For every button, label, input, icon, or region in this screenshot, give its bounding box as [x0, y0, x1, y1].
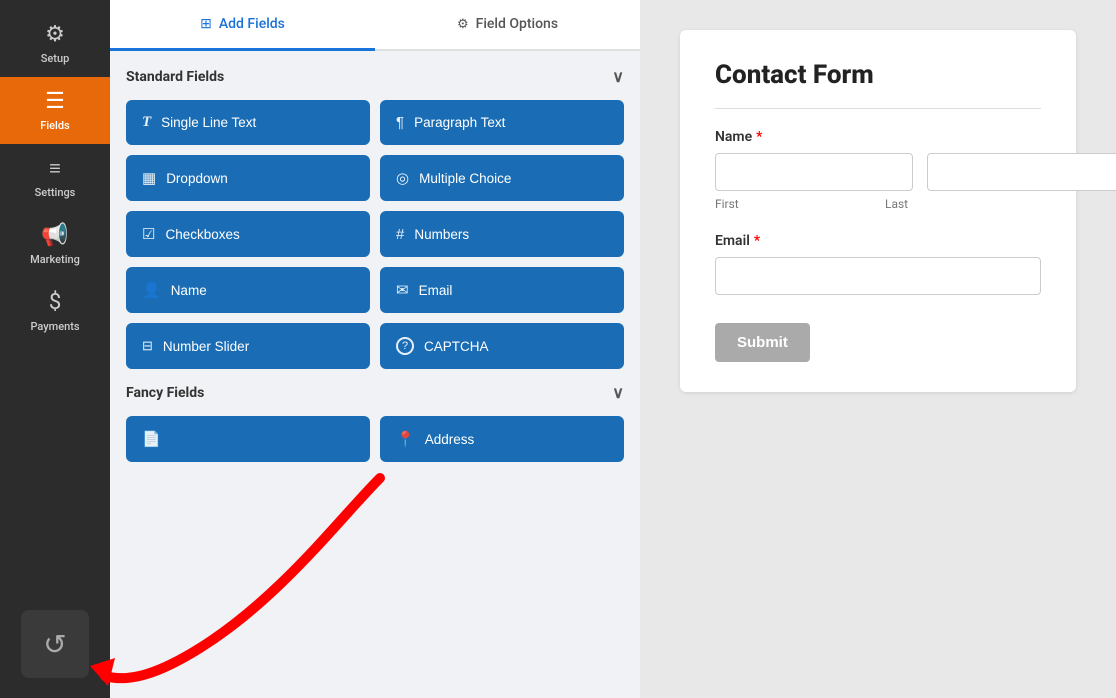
- tab-add-fields-label: Add Fields: [219, 16, 285, 32]
- first-name-sub-label: First: [715, 197, 871, 211]
- field-btn-captcha[interactable]: ? CAPTCHA: [380, 323, 624, 369]
- email-input[interactable]: [715, 257, 1041, 295]
- field-btn-paragraph-text[interactable]: ¶ Paragraph Text: [380, 100, 624, 145]
- multiple-choice-icon: ◎: [396, 169, 409, 187]
- checkboxes-icon: ☑: [142, 225, 155, 243]
- sidebar-label-payments: Payments: [30, 320, 79, 333]
- name-input-row: [715, 153, 1041, 191]
- name-sub-labels: First Last: [715, 197, 1041, 211]
- form-title: Contact Form: [715, 60, 1041, 90]
- field-btn-single-line-text[interactable]: T Single Line Text: [126, 100, 370, 145]
- add-fields-tab-icon: ⊞: [200, 16, 212, 32]
- name-icon: 👤: [142, 281, 161, 299]
- dropdown-icon: ▦: [142, 169, 156, 187]
- field-btn-dropdown[interactable]: ▦ Dropdown: [126, 155, 370, 201]
- tab-add-fields[interactable]: ⊞ Add Fields: [110, 0, 375, 51]
- name-label-text: Name: [715, 129, 752, 145]
- numbers-icon: #: [396, 226, 404, 243]
- sidebar-label-marketing: Marketing: [30, 253, 80, 266]
- field-btn-number-slider[interactable]: ⊟ Number Slider: [126, 323, 370, 369]
- undo-button[interactable]: ↺: [21, 610, 89, 678]
- standard-fields-grid: T Single Line Text ¶ Paragraph Text ▦ Dr…: [126, 100, 624, 369]
- fields-icon: ☰: [45, 89, 65, 114]
- preview-panel: Contact Form Name * First Last Email *: [640, 0, 1116, 698]
- standard-fields-header: Standard Fields ∨: [126, 67, 624, 86]
- dropdown-label: Dropdown: [166, 171, 228, 186]
- field-btn-checkboxes[interactable]: ☑ Checkboxes: [126, 211, 370, 257]
- standard-fields-chevron[interactable]: ∨: [612, 67, 624, 86]
- field-btn-name[interactable]: 👤 Name: [126, 267, 370, 313]
- field-btn-numbers[interactable]: # Numbers: [380, 211, 624, 257]
- tab-field-options[interactable]: ⚙ Field Options: [375, 0, 640, 51]
- tab-field-options-label: Field Options: [476, 16, 558, 32]
- email-icon: ✉: [396, 281, 409, 299]
- field-btn-fancy-1[interactable]: 📄: [126, 416, 370, 462]
- number-slider-label: Number Slider: [163, 339, 249, 354]
- numbers-label: Numbers: [414, 227, 469, 242]
- form-field-email: Email *: [715, 233, 1041, 295]
- address-label: Address: [425, 432, 475, 447]
- marketing-icon: 📢: [41, 223, 68, 248]
- fields-content: Standard Fields ∨ T Single Line Text ¶ P…: [110, 51, 640, 698]
- sidebar-label-settings: Settings: [35, 186, 76, 199]
- fancy-fields-header: Fancy Fields ∨: [126, 383, 624, 402]
- first-name-input[interactable]: [715, 153, 913, 191]
- settings-icon: ≡: [49, 156, 61, 181]
- paragraph-text-label: Paragraph Text: [414, 115, 505, 130]
- form-preview: Contact Form Name * First Last Email *: [680, 30, 1076, 392]
- submit-button-label: Submit: [737, 334, 788, 351]
- checkboxes-label: Checkboxes: [165, 227, 239, 242]
- single-line-text-icon: T: [142, 114, 151, 131]
- sidebar-item-payments[interactable]: $ Payments: [0, 278, 110, 345]
- email-label: Email: [419, 283, 453, 298]
- form-field-name: Name * First Last: [715, 129, 1041, 211]
- form-divider: [715, 108, 1041, 109]
- email-label-text: Email: [715, 233, 750, 249]
- sidebar-item-marketing[interactable]: 📢 Marketing: [0, 211, 110, 278]
- sidebar-item-fields[interactable]: ☰ Fields: [0, 77, 110, 144]
- captcha-icon: ?: [396, 337, 414, 355]
- email-field-label: Email *: [715, 233, 1041, 249]
- tabs-bar: ⊞ Add Fields ⚙ Field Options: [110, 0, 640, 51]
- sidebar: ⚙ Setup ☰ Fields ≡ Settings 📢 Marketing …: [0, 0, 110, 698]
- last-name-input[interactable]: [927, 153, 1116, 191]
- multiple-choice-label: Multiple Choice: [419, 171, 511, 186]
- sidebar-item-settings[interactable]: ≡ Settings: [0, 144, 110, 211]
- name-required-star: *: [756, 129, 762, 145]
- field-btn-email[interactable]: ✉ Email: [380, 267, 624, 313]
- address-icon: 📍: [396, 430, 415, 448]
- undo-icon: ↺: [43, 628, 66, 661]
- field-options-tab-icon: ⚙: [457, 17, 469, 32]
- single-line-text-label: Single Line Text: [161, 115, 256, 130]
- payments-icon: $: [49, 290, 61, 315]
- name-field-label: Name *: [715, 129, 1041, 145]
- field-btn-multiple-choice[interactable]: ◎ Multiple Choice: [380, 155, 624, 201]
- sidebar-label-setup: Setup: [41, 52, 70, 65]
- setup-icon: ⚙: [45, 22, 65, 47]
- fancy-fields-label: Fancy Fields: [126, 385, 204, 401]
- submit-button[interactable]: Submit: [715, 323, 810, 362]
- main-panel: ⊞ Add Fields ⚙ Field Options Standard Fi…: [110, 0, 640, 698]
- fancy-fields-chevron[interactable]: ∨: [612, 383, 624, 402]
- field-btn-address[interactable]: 📍 Address: [380, 416, 624, 462]
- paragraph-text-icon: ¶: [396, 114, 404, 131]
- number-slider-icon: ⊟: [142, 338, 153, 354]
- fancy-1-icon: 📄: [142, 430, 161, 448]
- sidebar-label-fields: Fields: [40, 119, 69, 132]
- captcha-label: CAPTCHA: [424, 339, 489, 354]
- standard-fields-label: Standard Fields: [126, 69, 224, 85]
- email-required-star: *: [754, 233, 760, 249]
- name-label: Name: [171, 283, 207, 298]
- last-name-sub-label: Last: [885, 197, 1041, 211]
- sidebar-item-setup[interactable]: ⚙ Setup: [0, 10, 110, 77]
- fancy-fields-grid: 📄 📍 Address: [126, 416, 624, 462]
